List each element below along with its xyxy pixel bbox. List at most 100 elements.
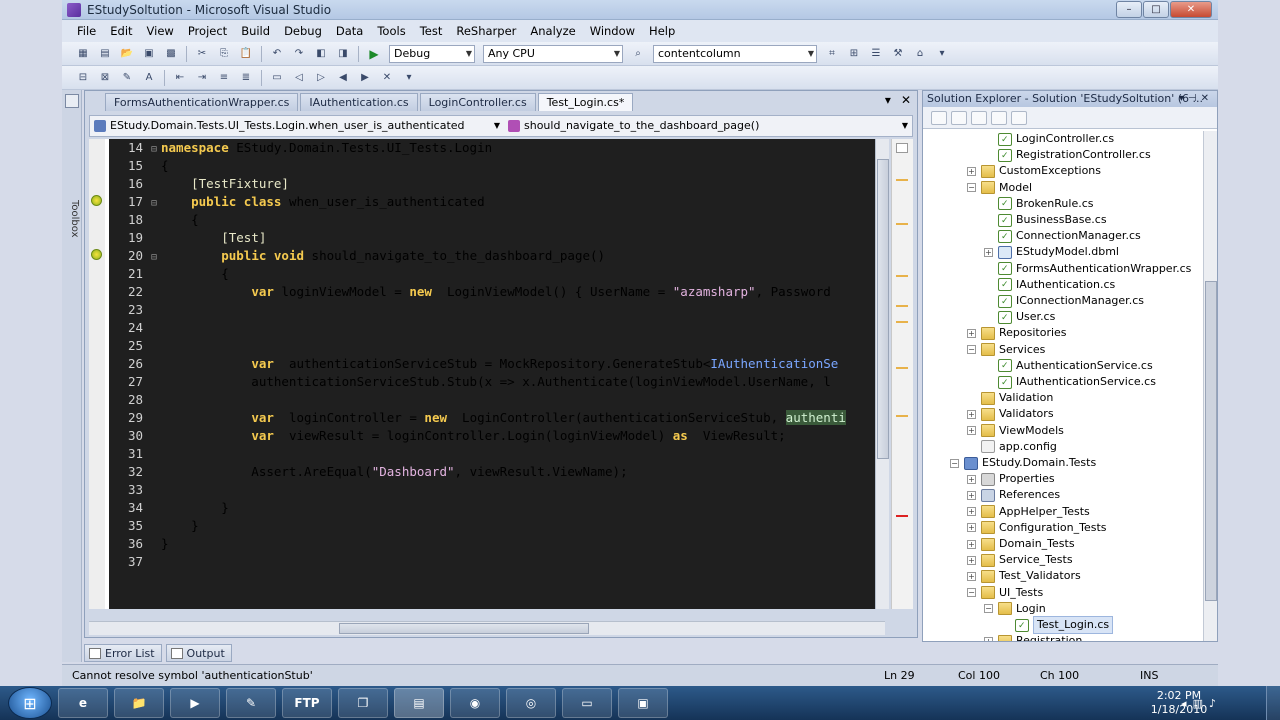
bookmark-prev-folder-icon[interactable]: ◀	[334, 70, 352, 86]
expand-toggle-icon[interactable]: +	[984, 247, 993, 257]
code-line[interactable]: 26 var authenticationServiceStub = MockR…	[109, 355, 885, 373]
redo-icon[interactable]: ↷	[290, 46, 308, 62]
internet-explorer-icon[interactable]: e	[58, 688, 108, 718]
warning-marker[interactable]	[896, 305, 908, 307]
bookmark-previous-icon[interactable]: ◁	[290, 70, 308, 86]
properties-icon[interactable]	[931, 110, 947, 125]
code-line[interactable]: 22 var loginViewModel = new LoginViewMod…	[109, 283, 885, 301]
code-line[interactable]: 25	[109, 337, 885, 355]
chrome-icon[interactable]: ◎	[506, 688, 556, 718]
windows-explorer-icon[interactable]: 📁	[114, 688, 164, 718]
active-files-dropdown-icon[interactable]: ▾	[885, 93, 891, 107]
code-line[interactable]: 30 var viewResult = loginController.Logi…	[109, 427, 885, 445]
code-line[interactable]: 35 }	[109, 517, 885, 535]
menu-view[interactable]: View	[140, 21, 181, 41]
ftp-client-icon[interactable]: FTP	[282, 688, 332, 718]
solution-configuration-select[interactable]: Debug ▼	[389, 44, 475, 63]
tree-item[interactable]: User.cs	[984, 309, 1055, 326]
tree-item[interactable]: + Repositories	[967, 325, 1067, 341]
menu-debug[interactable]: Debug	[277, 21, 329, 41]
bookmark-next-icon[interactable]: ▷	[312, 70, 330, 86]
volume-icon[interactable]: ♪	[1209, 697, 1216, 710]
find-in-files-icon[interactable]: ⌗	[823, 46, 841, 62]
tree-item[interactable]: IAuthenticationService.cs	[984, 374, 1156, 391]
code-line[interactable]: 34 }	[109, 499, 885, 517]
scroll-thumb[interactable]	[339, 623, 589, 634]
toolbox-strip[interactable]: Toolbox	[62, 90, 82, 662]
parameter-info-icon[interactable]: ⊠	[96, 70, 114, 86]
expand-toggle-icon[interactable]: +	[967, 571, 976, 581]
toolbox-icon[interactable]: ⚒	[889, 46, 907, 62]
indicator-margin[interactable]	[89, 139, 105, 609]
bookmark-clear-icon[interactable]: ✕	[378, 70, 396, 86]
find-input[interactable]: contentcolumn ▼	[653, 44, 817, 63]
warning-marker[interactable]	[896, 415, 908, 417]
code-line[interactable]: 37	[109, 553, 885, 571]
expand-toggle-icon[interactable]: +	[967, 523, 976, 533]
expand-toggle-icon[interactable]: +	[984, 636, 993, 641]
tab-test-login[interactable]: Test_Login.cs*	[537, 93, 634, 111]
paste-icon[interactable]: 📋	[237, 46, 255, 62]
warning-marker[interactable]	[896, 321, 908, 323]
expand-toggle-icon[interactable]: −	[984, 604, 993, 614]
code-text-area[interactable]: 14 ⊟ namespace EStudy.Domain.Tests.UI_Test…	[89, 139, 885, 609]
tree-item[interactable]: + Test_Validators	[967, 568, 1081, 584]
tree-item[interactable]: + Service_Tests	[967, 552, 1073, 568]
cut-icon[interactable]: ✂	[193, 46, 211, 62]
refresh-icon[interactable]	[971, 110, 987, 125]
expand-toggle-icon[interactable]: +	[967, 474, 976, 484]
scroll-thumb[interactable]	[877, 159, 889, 459]
save-all-icon[interactable]: ▩	[162, 46, 180, 62]
code-line[interactable]: 33	[109, 481, 885, 499]
solution-explorer-icon[interactable]: ⊞	[845, 46, 863, 62]
add-item-icon[interactable]: ▤	[96, 46, 114, 62]
tree-item[interactable]: IConnectionManager.cs	[984, 293, 1144, 310]
menu-edit[interactable]: Edit	[103, 21, 139, 41]
code-line[interactable]: 16 [TestFixture]	[109, 175, 885, 193]
expand-toggle-icon[interactable]: −	[967, 183, 976, 193]
tree-item[interactable]: BrokenRule.cs	[984, 196, 1094, 212]
code-line[interactable]: 28	[109, 391, 885, 409]
error-marker[interactable]	[896, 515, 908, 517]
expand-toggle-icon[interactable]: −	[967, 345, 976, 355]
menu-build[interactable]: Build	[234, 21, 277, 41]
view-code-icon[interactable]	[991, 110, 1007, 125]
tree-item[interactable]: Test_Login.cs	[1001, 616, 1114, 634]
code-line[interactable]: 24	[109, 319, 885, 337]
properties-icon[interactable]: ☰	[867, 46, 885, 62]
tree-item[interactable]: − Login	[984, 601, 1046, 617]
object-member-list-icon[interactable]: ⊟	[74, 70, 92, 86]
tree-item[interactable]: ConnectionManager.cs	[984, 228, 1141, 245]
tree-item[interactable]: + Configuration_Tests	[967, 520, 1107, 536]
menu-tools[interactable]: Tools	[370, 21, 412, 41]
code-line[interactable]: 21 {	[109, 265, 885, 283]
tree-item[interactable]: RegistrationController.cs	[984, 147, 1151, 164]
save-icon[interactable]: ▣	[140, 46, 158, 62]
firefox-icon[interactable]: ◉	[450, 688, 500, 718]
close-icon[interactable]: ✕	[1201, 93, 1213, 104]
expand-toggle-icon[interactable]: +	[967, 507, 976, 517]
menu-file[interactable]: File	[70, 21, 103, 41]
tree-item[interactable]: + Properties	[967, 471, 1055, 487]
tree-item[interactable]: + Registration	[984, 633, 1082, 641]
uncomment-icon[interactable]: ≣	[237, 70, 255, 86]
visual-studio-task-icon[interactable]: ▤	[394, 688, 444, 718]
code-line[interactable]: 15 {	[109, 157, 885, 175]
new-project-icon[interactable]: ▦	[74, 46, 92, 62]
member-selector[interactable]: should_navigate_to_the_dashboard_page() …	[504, 117, 912, 135]
tab-error-list[interactable]: Error List	[84, 644, 162, 662]
menu-project[interactable]: Project	[181, 21, 234, 41]
quick-info-icon[interactable]: ✎	[118, 70, 136, 86]
tree-item[interactable]: app.config	[967, 439, 1057, 455]
code-line[interactable]: 29 var loginController = new LoginContro…	[109, 409, 885, 427]
media-player-icon[interactable]: ▶	[170, 688, 220, 718]
show-desktop-button[interactable]	[1266, 686, 1280, 720]
paint-icon[interactable]: ✎	[226, 688, 276, 718]
tab-output[interactable]: Output	[165, 644, 232, 662]
tree-item[interactable]: AuthenticationService.cs	[984, 358, 1153, 374]
horizontal-scrollbar[interactable]	[89, 621, 885, 635]
maximize-button[interactable]: □	[1143, 1, 1169, 18]
tree-item[interactable]: IAuthentication.cs	[984, 277, 1115, 293]
decrease-indent-icon[interactable]: ⇤	[171, 70, 189, 86]
tree-item[interactable]: LoginController.cs	[984, 131, 1114, 148]
